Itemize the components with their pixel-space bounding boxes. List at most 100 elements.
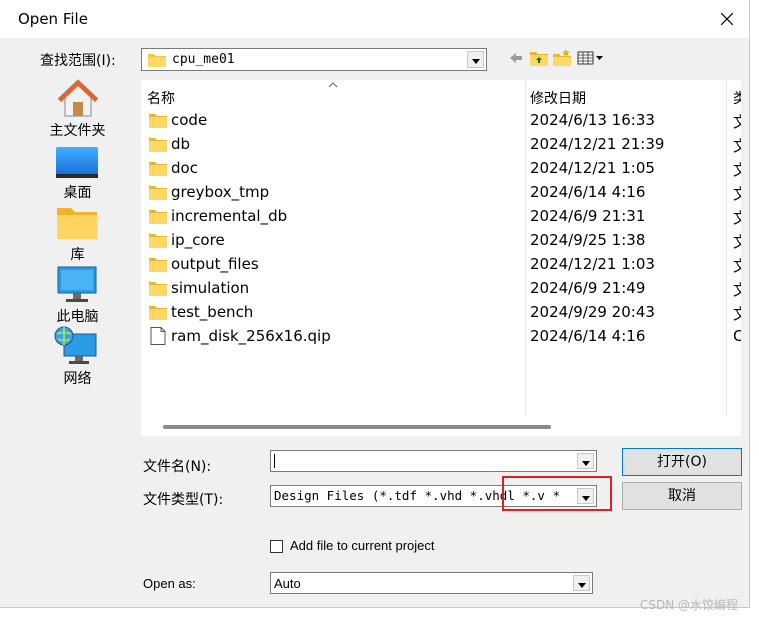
- file-type: 文: [733, 161, 741, 179]
- place-label: 桌面: [63, 185, 92, 201]
- place-label: 网络: [63, 371, 92, 387]
- file-row[interactable]: code 2024/6/13 16:33 文: [141, 109, 741, 133]
- file-row[interactable]: incremental_db 2024/6/9 21:31 文: [141, 205, 741, 229]
- place-label: 库: [70, 247, 85, 263]
- open-file-dialog: Open File 查找范围(I): cpu_me01 主文件夹 桌面 库 此电…: [0, 0, 750, 608]
- file-type: 文: [733, 305, 741, 323]
- file-date: 2024/6/14 4:16: [530, 327, 646, 345]
- file-row[interactable]: db 2024/12/21 21:39 文: [141, 133, 741, 157]
- filetype-label: 文件类型(T):: [143, 492, 224, 508]
- file-name: incremental_db: [171, 207, 288, 225]
- back-arrow-icon: [510, 53, 522, 63]
- file-date: 2024/9/25 1:38: [530, 231, 646, 249]
- up-folder-button[interactable]: [530, 50, 548, 68]
- file-row[interactable]: greybox_tmp 2024/6/14 4:16 文: [141, 181, 741, 205]
- lookin-label: 查找范围(I):: [40, 53, 116, 69]
- horizontal-scrollbar[interactable]: [141, 416, 741, 436]
- place-label: 此电脑: [56, 309, 99, 325]
- place-home[interactable]: 主文件夹: [30, 76, 125, 139]
- folder-icon: [149, 210, 167, 224]
- file-row[interactable]: output_files 2024/12/21 1:03 文: [141, 253, 741, 277]
- place-computer[interactable]: 此电脑: [30, 262, 125, 325]
- file-name: simulation: [171, 279, 250, 297]
- view-menu-button[interactable]: [577, 50, 605, 68]
- file-date: 2024/6/9 21:31: [530, 207, 646, 225]
- filename-input[interactable]: [270, 450, 597, 472]
- file-type: C: [733, 327, 741, 345]
- back-button[interactable]: [508, 50, 524, 68]
- file-date: 2024/6/13 16:33: [530, 111, 655, 129]
- lookin-value: cpu_me01: [172, 52, 235, 67]
- place-desktop[interactable]: 桌面: [30, 138, 125, 201]
- place-network[interactable]: 网络: [30, 324, 125, 387]
- open-as-label: Open as:: [143, 576, 196, 591]
- file-name: ip_core: [171, 231, 225, 249]
- place-library[interactable]: 库: [30, 200, 125, 263]
- file-name: ram_disk_256x16.qip: [171, 327, 331, 345]
- folder-icon: [149, 114, 167, 128]
- open-as-select[interactable]: Auto: [270, 572, 593, 594]
- file-type: 文: [733, 233, 741, 251]
- chevron-down-icon[interactable]: [467, 51, 484, 68]
- network-icon: [54, 326, 97, 364]
- file-name: doc: [171, 159, 198, 177]
- watermark-text: CSDN @水饺编程: [640, 598, 739, 612]
- file-date: 2024/6/14 4:16: [530, 183, 646, 201]
- background-window-right: [750, 0, 759, 618]
- file-row[interactable]: ram_disk_256x16.qip 2024/6/14 4:16 C: [141, 325, 741, 349]
- open-as-value: Auto: [274, 576, 301, 591]
- add-to-project-label[interactable]: Add file to current project: [290, 538, 435, 553]
- folder-icon: [149, 162, 167, 176]
- title-bar[interactable]: Open File: [0, 0, 749, 38]
- file-type: 文: [733, 209, 741, 227]
- view-menu-icon: [577, 51, 603, 65]
- file-date: 2024/9/29 20:43: [530, 303, 655, 321]
- folder-icon: [149, 234, 167, 248]
- annotation-highlight-box: [502, 476, 612, 511]
- file-name: test_bench: [171, 303, 254, 321]
- scrollbar-thumb[interactable]: [163, 425, 551, 429]
- chevron-down-icon[interactable]: [577, 453, 594, 469]
- chevron-down-icon[interactable]: [573, 575, 590, 591]
- file-date: 2024/6/9 21:49: [530, 279, 646, 297]
- new-folder-icon: [553, 49, 571, 66]
- file-type: 文: [733, 257, 741, 275]
- folder-icon: [149, 138, 167, 152]
- cancel-button[interactable]: 取消: [622, 482, 742, 510]
- file-name: db: [171, 135, 191, 153]
- file-type: 文: [733, 281, 741, 299]
- close-icon: [721, 13, 733, 25]
- file-date: 2024/12/21 1:03: [530, 255, 655, 273]
- file-name: greybox_tmp: [171, 183, 270, 201]
- new-folder-button[interactable]: [553, 49, 571, 68]
- file-list[interactable]: 名称 修改日期 类 code 2024/6/13 16:33 文 db 2024/12/…: [141, 80, 741, 436]
- file-row[interactable]: ip_core 2024/9/25 1:38 文: [141, 229, 741, 253]
- home-icon: [57, 79, 99, 117]
- file-row[interactable]: doc 2024/12/21 1:05 文: [141, 157, 741, 181]
- file-type: 文: [733, 137, 741, 155]
- sort-up-icon: [328, 82, 338, 88]
- open-button[interactable]: 打开(O): [622, 448, 742, 476]
- file-row[interactable]: simulation 2024/6/9 21:49 文: [141, 277, 741, 301]
- folder-icon: [148, 54, 166, 67]
- place-label: 主文件夹: [49, 123, 106, 139]
- computer-icon: [57, 266, 97, 302]
- window-title: Open File: [18, 10, 88, 28]
- folder-icon: [149, 258, 167, 272]
- folder-icon: [149, 306, 167, 320]
- file-type: 文: [733, 185, 741, 203]
- up-folder-icon: [530, 52, 548, 66]
- lookin-select[interactable]: cpu_me01: [141, 48, 487, 71]
- text-cursor: [274, 454, 275, 468]
- file-date: 2024/12/21 21:39: [530, 135, 665, 153]
- file-name: output_files: [171, 255, 259, 273]
- file-row[interactable]: test_bench 2024/9/29 20:43 文: [141, 301, 741, 325]
- library-folder-icon: [57, 208, 97, 239]
- add-to-project-checkbox[interactable]: [270, 540, 283, 553]
- file-name: code: [171, 111, 208, 129]
- close-button[interactable]: [706, 4, 748, 34]
- file-icon: [150, 327, 166, 345]
- folder-icon: [149, 186, 167, 200]
- file-date: 2024/12/21 1:05: [530, 159, 655, 177]
- filename-label: 文件名(N):: [143, 459, 212, 475]
